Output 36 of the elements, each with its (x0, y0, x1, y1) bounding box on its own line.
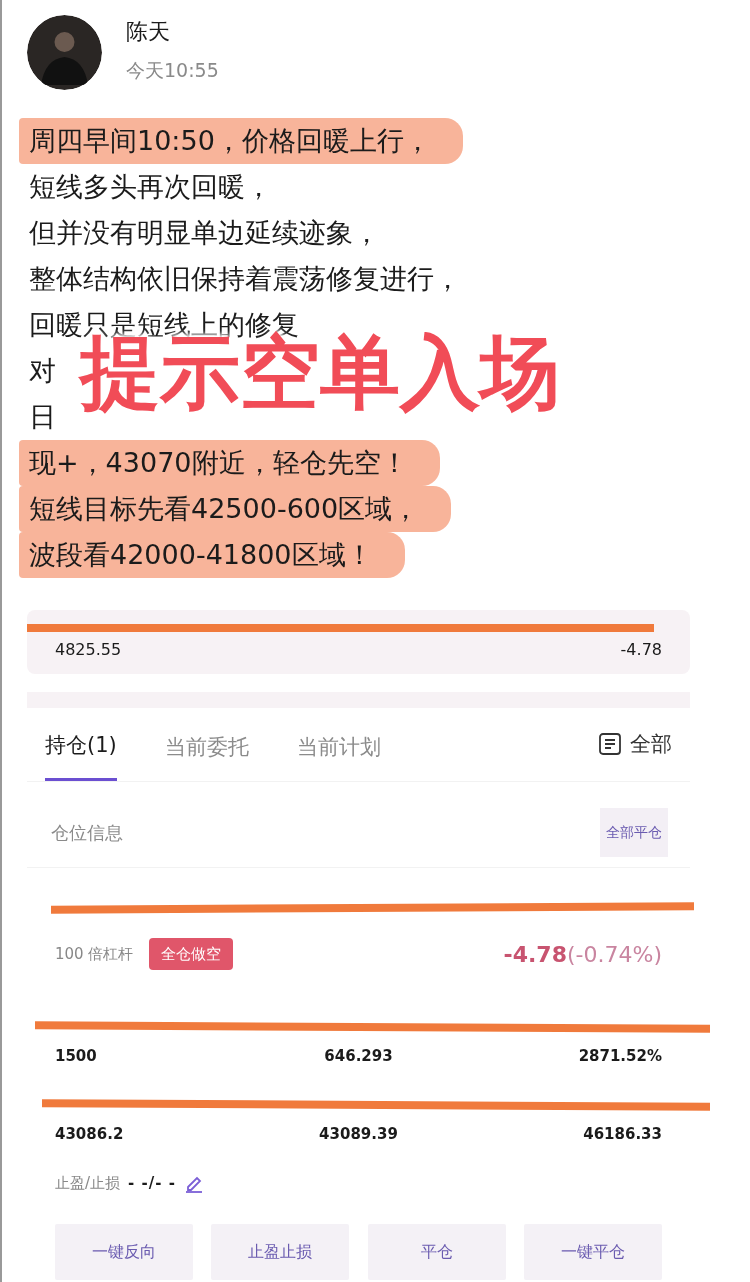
tab[interactable]: 当前委托 (164, 709, 249, 779)
post-text: 波段看42000-41800区域！ (28, 538, 373, 572)
account-value: 4825.55 (55, 639, 122, 661)
value-cell-text: 646.293 (323, 1045, 394, 1067)
value-cell-text: 43089.39 (318, 1124, 399, 1145)
tab[interactable]: 持仓(1) (45, 708, 117, 781)
post-text: 对 (29, 354, 56, 388)
position-tag: 全仓做空 (149, 937, 234, 971)
value-cell-text: 1500 (55, 1045, 98, 1067)
action-button[interactable]: 一键反向 (55, 1224, 193, 1280)
value-cell-text: 2871.52% (577, 1045, 662, 1067)
filter-label[interactable]: 全部 (630, 728, 672, 760)
tp-sl-value: - -/- - (128, 1172, 176, 1194)
close-all-button[interactable]: 全部平仓 (600, 807, 668, 857)
leverage-label: 100 倍杠杆 (55, 943, 134, 965)
post-text: 现+，43070附近，轻仓先空！ (28, 446, 408, 480)
list-icon[interactable] (598, 732, 622, 757)
post-text: 但并没有明显单边延续迹象， (29, 216, 380, 250)
pnl-percent: (-0.74%) (567, 940, 662, 969)
post-time: 今天10:55 (126, 58, 219, 83)
value-cell-text: 46186.33 (582, 1124, 662, 1145)
pnl-value: -4.78 (503, 940, 567, 969)
action-button[interactable]: 止盈止损 (211, 1224, 350, 1280)
post-text: 整体结构依旧保持着震荡修复进行， (29, 262, 461, 296)
post-text: 短线多头再次回暖， (29, 170, 272, 204)
post-text: 日 (29, 400, 56, 434)
value-cell-text: 43086.2 (55, 1124, 125, 1145)
tp-sl-label: 止盈/止损 (55, 1172, 121, 1194)
account-value: -4.78 (620, 639, 662, 661)
action-button[interactable]: 一键平仓 (524, 1224, 662, 1280)
author-name: 陈天 (126, 18, 171, 46)
tab[interactable]: 当前计划 (296, 709, 381, 779)
section-title: 仓位信息 (51, 820, 123, 845)
post-text: 短线目标先看42500-600区域， (28, 492, 420, 526)
action-button[interactable]: 平仓 (367, 1224, 506, 1280)
post-text: 周四早间10:50，价格回暖上行， (28, 124, 431, 158)
